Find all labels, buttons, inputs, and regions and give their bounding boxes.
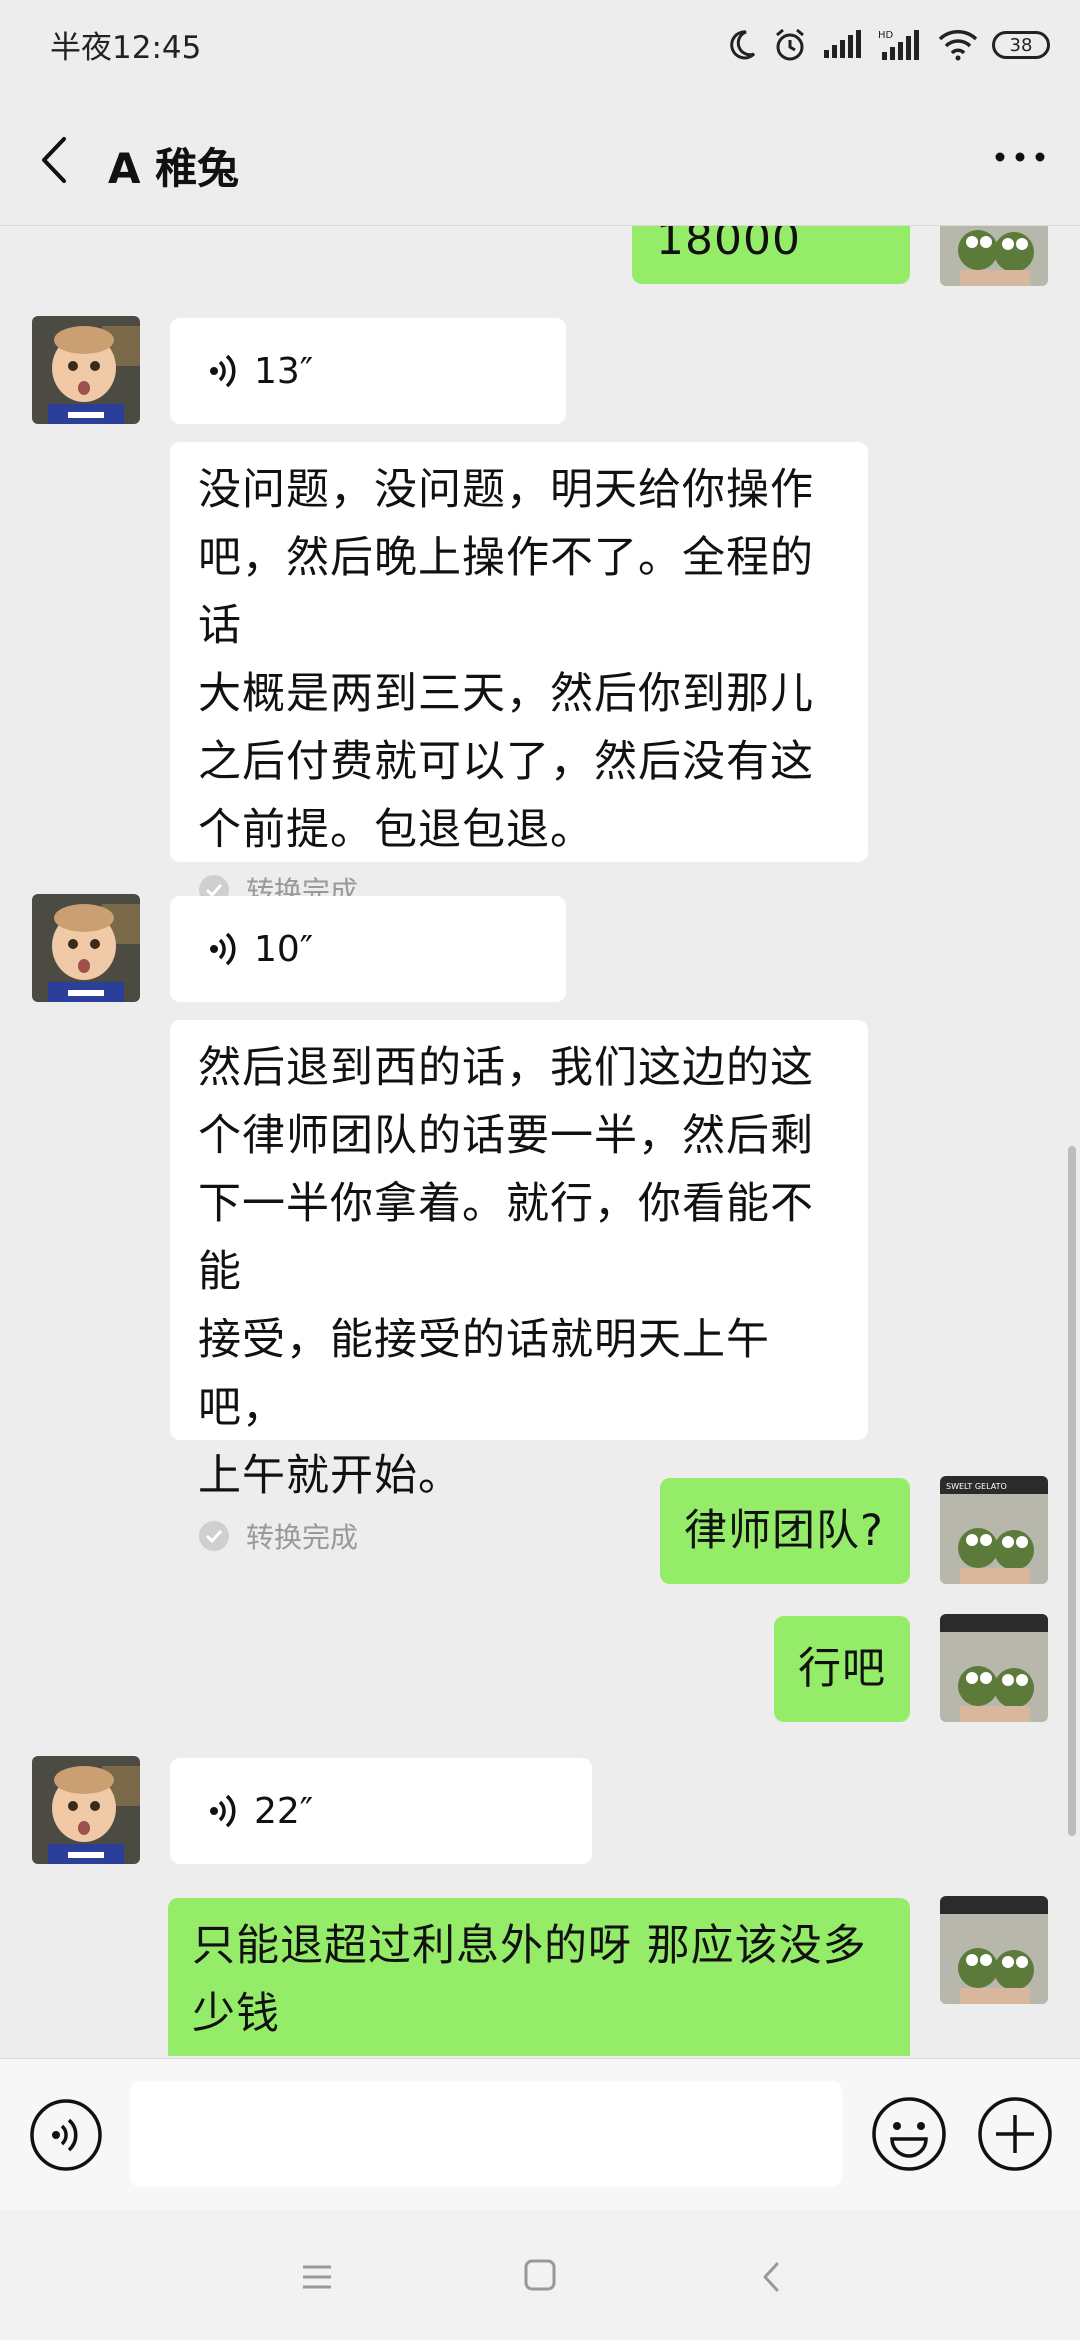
- wifi-icon: [938, 30, 978, 61]
- my-avatar[interactable]: [940, 1896, 1048, 2004]
- contact-avatar-image: [32, 316, 140, 424]
- message-bubble-sent[interactable]: 还了18000: [632, 226, 910, 284]
- alarm-icon: [776, 28, 804, 61]
- voice-wave-icon: [210, 932, 236, 966]
- transcript-line: 个律师团队的话要一半，然后剩: [198, 1111, 814, 1161]
- transcript-line: 之后付费就可以了，然后没有这: [198, 737, 814, 787]
- voice-message[interactable]: 22″: [170, 1758, 592, 1864]
- contact-avatar[interactable]: [32, 316, 140, 424]
- message-input[interactable]: [130, 2081, 842, 2187]
- contact-avatar[interactable]: [32, 1756, 140, 1864]
- chat-title[interactable]: A 稚兔: [108, 135, 239, 196]
- my-avatar-image: [940, 1896, 1048, 2004]
- message-bubble-sent[interactable]: 只能退超过利息外的呀 那应该没多 少钱: [168, 1898, 910, 2056]
- transcript-line: 没问题，没问题，明天给你操作: [198, 465, 814, 515]
- message-list[interactable]: 还了18000 13″ 没问题，没问题，明天给你操作 吧，然后晚上操作不了。全程…: [0, 226, 1080, 2056]
- message-bubble-sent[interactable]: 行吧: [774, 1616, 910, 1722]
- message-text-line: 少钱: [192, 1989, 280, 2039]
- contact-avatar-image: [32, 1756, 140, 1864]
- hd-signal-icon: HD: [878, 30, 919, 60]
- voice-wave-icon: [210, 1794, 236, 1828]
- moon-icon: [730, 30, 756, 60]
- my-avatar-image: SWELT GELATO: [940, 1476, 1048, 1584]
- status-time: 半夜12:45: [50, 30, 202, 66]
- message-text: 还了18000: [656, 226, 801, 265]
- input-bar: [0, 2058, 1080, 2211]
- chat-header: A 稚兔: [0, 95, 1080, 226]
- battery-icon: 38: [992, 31, 1050, 59]
- voice-transcript[interactable]: 然后退到西的话，我们这边的这 个律师团队的话要一半，然后剩 下一半你拿着。就行，…: [170, 1020, 868, 1554]
- back-arrow-icon[interactable]: [30, 133, 80, 187]
- contact-avatar[interactable]: [32, 894, 140, 1002]
- svg-text:HD: HD: [878, 30, 894, 41]
- my-avatar-image: [940, 226, 1048, 286]
- more-options-icon[interactable]: [990, 137, 1050, 177]
- voice-duration: 10″: [254, 928, 314, 970]
- signal-icon: [824, 30, 861, 58]
- transcript-line: 然后退到西的话，我们这边的这: [198, 1043, 814, 1093]
- avatar-sign-text: SWELT GELATO: [946, 1482, 1007, 1491]
- voice-message[interactable]: 10″: [170, 896, 566, 1002]
- system-nav-bar: [0, 2210, 1080, 2340]
- conversion-status-text: 转换完成: [246, 1521, 359, 1554]
- my-avatar[interactable]: SWELT GELATO: [940, 1476, 1048, 1584]
- my-avatar-image: [940, 1614, 1048, 1722]
- voice-message[interactable]: 13″: [170, 318, 566, 424]
- status-icons: HD 38: [724, 20, 1050, 70]
- transcript-line: 下一半你拿着。就行，你看能不能: [198, 1179, 814, 1297]
- voice-duration: 13″: [254, 350, 314, 392]
- voice-input-icon[interactable]: [28, 2097, 104, 2173]
- voice-wave-icon: [210, 354, 236, 388]
- voice-duration: 22″: [254, 1790, 314, 1832]
- recent-apps-icon[interactable]: [300, 2260, 334, 2294]
- home-icon[interactable]: [523, 2258, 557, 2292]
- contact-avatar-image: [32, 894, 140, 1002]
- message-text: 律师团队?: [684, 1506, 884, 1556]
- check-circle-icon: [199, 1521, 229, 1551]
- message-text: 行吧: [798, 1644, 886, 1694]
- my-avatar[interactable]: [940, 226, 1048, 286]
- transcript-line: 接受，能接受的话就明天上午吧，: [198, 1315, 770, 1433]
- emoji-icon[interactable]: [870, 2095, 948, 2173]
- system-back-icon[interactable]: [755, 2260, 789, 2294]
- message-bubble-sent[interactable]: 律师团队?: [660, 1478, 910, 1584]
- transcript-line: 个前提。包退包退。: [198, 805, 594, 855]
- message-text-line: 只能退超过利息外的呀 那应该没多: [192, 1921, 867, 1971]
- transcript-line: 大概是两到三天，然后你到那儿: [198, 669, 814, 719]
- voice-transcript[interactable]: 没问题，没问题，明天给你操作 吧，然后晚上操作不了。全程的话 大概是两到三天，然…: [170, 442, 868, 908]
- status-bar: 半夜12:45 HD 38: [0, 0, 1080, 95]
- my-avatar[interactable]: [940, 1614, 1048, 1722]
- plus-icon[interactable]: [976, 2095, 1054, 2173]
- scrollbar[interactable]: [1068, 1146, 1076, 1836]
- transcript-line: 吧，然后晚上操作不了。全程的话: [198, 533, 814, 651]
